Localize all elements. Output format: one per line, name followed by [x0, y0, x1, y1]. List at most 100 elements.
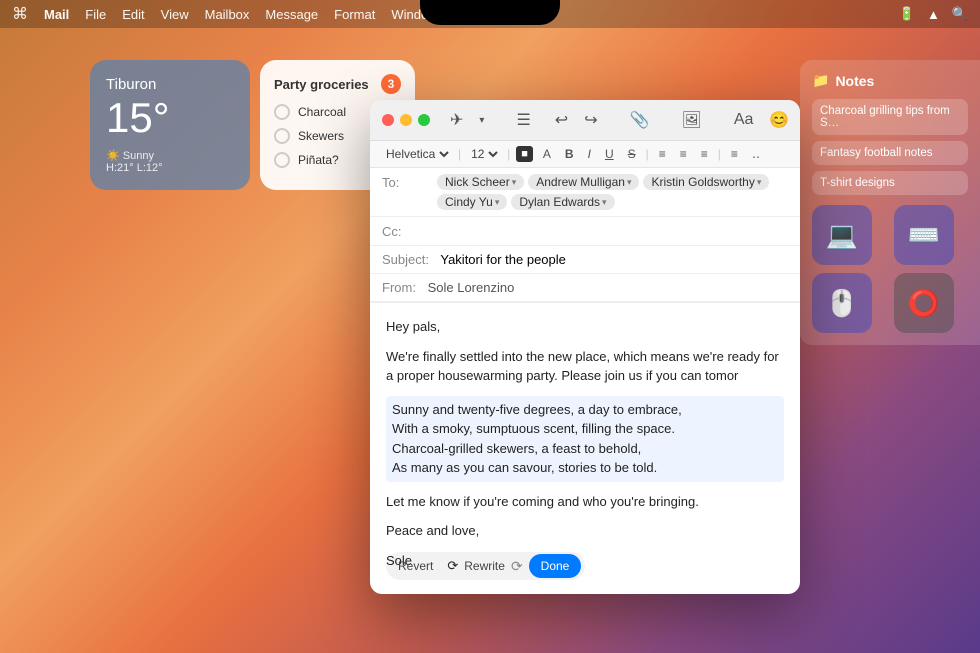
to-field: To: Nick Scheer ▾ Andrew Mulligan ▾ Kris…	[370, 168, 800, 217]
fullscreen-button[interactable]	[418, 114, 430, 126]
format-bar: Helvetica | 12 | ■ A B I U S | ≡ ≡ ≡ | ≡…	[370, 141, 800, 168]
font-size-select[interactable]: 12	[467, 146, 501, 162]
mail-toolbar: ✈ ▾ ☰ ↩ ↪ 📎 🖼 Aa 😊 📷	[370, 100, 800, 141]
mail-compose-window: ✈ ▾ ☰ ↩ ↪ 📎 🖼 Aa 😊 📷 Helvetica | 12 | ■ …	[370, 100, 800, 594]
mail-header: To: Nick Scheer ▾ Andrew Mulligan ▾ Kris…	[370, 168, 800, 303]
undo-button[interactable]: ↩	[551, 108, 572, 132]
menubar-right: 🔋 ▲ 🔍	[899, 6, 968, 22]
recipient-andrew[interactable]: Andrew Mulligan ▾	[528, 174, 639, 190]
revert-button[interactable]: Revert	[390, 554, 441, 578]
recipient-cindy[interactable]: Cindy Yu ▾	[437, 194, 507, 210]
folder-icon: 📁	[812, 72, 829, 89]
send-button[interactable]: ✈	[446, 108, 467, 132]
reminder-checkbox[interactable]	[274, 104, 290, 120]
format-sep: |	[458, 147, 461, 161]
circle-icon-btn[interactable]: ⭕	[894, 273, 954, 333]
weather-temp: 15°	[106, 95, 234, 141]
poem-line-3: Charcoal-grilled skewers, a feast to beh…	[392, 439, 778, 459]
cc-label: Cc:	[382, 223, 437, 239]
notes-item-3[interactable]: T-shirt designs	[812, 171, 968, 195]
reminder-label: Charcoal	[298, 105, 346, 119]
laptop-icon-btn[interactable]: 💻	[812, 205, 872, 265]
poem-line-1: Sunny and twenty-five degrees, a day to …	[392, 400, 778, 420]
close-button[interactable]	[382, 114, 394, 126]
reminder-checkbox[interactable]	[274, 152, 290, 168]
keyboard-icon-btn[interactable]: ⌨️	[894, 205, 954, 265]
traffic-lights	[382, 114, 430, 126]
weather-icon: ☀️ Sunny	[106, 149, 234, 162]
battery-icon: 🔋	[899, 6, 915, 22]
menu-file[interactable]: File	[85, 7, 106, 22]
italic-btn[interactable]: I	[584, 145, 595, 163]
strikethrough-btn[interactable]: S	[624, 145, 640, 163]
align-center-btn[interactable]: ≡	[676, 145, 691, 163]
underline-btn[interactable]: U	[601, 145, 618, 163]
menu-mailbox[interactable]: Mailbox	[205, 7, 250, 22]
more-btn[interactable]: ‥	[748, 145, 764, 163]
minimize-button[interactable]	[400, 114, 412, 126]
highlight-btn[interactable]: A	[539, 145, 555, 163]
icons-grid: 💻 ⌨️ 🖱️ ⭕	[812, 205, 968, 333]
align-right-btn[interactable]: ≡	[697, 145, 712, 163]
menu-view[interactable]: View	[161, 7, 189, 22]
from-value: Sole Lorenzino	[428, 280, 515, 295]
weather-city: Tiburon	[106, 76, 234, 93]
recipient-kristin[interactable]: Kristin Goldsworthy ▾	[643, 174, 769, 190]
emoji-button[interactable]: 😊	[765, 108, 793, 132]
redo-button[interactable]: ↪	[580, 108, 601, 132]
rewrite-toolbar: Revert ⟳ Rewrite ⟳ Done	[386, 552, 585, 580]
menu-format[interactable]: Format	[334, 7, 375, 22]
wifi-icon: ▲	[927, 7, 940, 22]
menubar-left: ⌘ Mail File Edit View Mailbox Message Fo…	[12, 4, 480, 24]
reminder-label: Piñata?	[298, 153, 339, 167]
subject-value[interactable]: Yakitori for the people	[440, 252, 566, 267]
greeting: Hey pals,	[386, 317, 784, 337]
recipient-dylan[interactable]: Dylan Edwards ▾	[511, 194, 614, 210]
revert-icon: ⟳	[447, 556, 458, 576]
menu-message[interactable]: Message	[265, 7, 318, 22]
to-recipients: Nick Scheer ▾ Andrew Mulligan ▾ Kristin …	[437, 174, 788, 210]
sign-off: Peace and love,	[386, 521, 784, 541]
format-sep-3: |	[646, 147, 649, 161]
font-select[interactable]: Helvetica	[382, 146, 452, 162]
poem-line-4: As many as you can savour, stories to be…	[392, 458, 778, 478]
done-button[interactable]: Done	[529, 554, 582, 578]
menu-app[interactable]: Mail	[44, 7, 69, 22]
notes-panel: 📁 Notes Charcoal grilling tips from S… F…	[800, 60, 980, 345]
menu-edit[interactable]: Edit	[122, 7, 144, 22]
format-sep-4: |	[718, 147, 721, 161]
list-btn[interactable]: ≡	[727, 145, 742, 163]
send-chevron[interactable]: ▾	[475, 113, 488, 128]
body-paragraph-1: We're finally settled into the new place…	[386, 347, 784, 386]
weather-widget: Tiburon 15° ☀️ Sunny H:21° L:12°	[90, 60, 250, 190]
weather-high-low: H:21° L:12°	[106, 162, 234, 174]
reminders-title: Party groceries	[274, 77, 369, 92]
format-sep-2: |	[507, 147, 510, 161]
rewrite-label[interactable]: Rewrite	[464, 557, 505, 575]
notes-item-2[interactable]: Fantasy football notes	[812, 141, 968, 165]
search-icon[interactable]: 🔍	[952, 6, 968, 22]
rewrite-spinner: ⟳	[511, 556, 523, 577]
from-label: From:	[382, 280, 416, 295]
from-field: From: Sole Lorenzino	[370, 274, 800, 302]
attach-button[interactable]: 📎	[626, 108, 654, 132]
subject-label: Subject:	[382, 252, 429, 267]
reminder-label: Skewers	[298, 129, 344, 143]
camera-notch	[420, 0, 560, 25]
mouse-icon-btn[interactable]: 🖱️	[812, 273, 872, 333]
format-options-button[interactable]: ☰	[512, 108, 534, 132]
to-label: To:	[382, 174, 437, 190]
reminder-checkbox[interactable]	[274, 128, 290, 144]
recipient-nick[interactable]: Nick Scheer ▾	[437, 174, 524, 190]
bold-btn[interactable]: B	[561, 145, 578, 163]
mail-body[interactable]: Hey pals, We're finally settled into the…	[370, 303, 800, 594]
font-color-btn[interactable]: ■	[516, 146, 533, 162]
font-button[interactable]: Aa	[730, 109, 758, 131]
poem-line-2: With a smoky, sumptuous scent, filling t…	[392, 419, 778, 439]
align-left-btn[interactable]: ≡	[655, 145, 670, 163]
notes-item-1[interactable]: Charcoal grilling tips from S…	[812, 99, 968, 135]
weather-desc: ☀️ Sunny H:21° L:12°	[106, 149, 234, 174]
photo-browser-button[interactable]: 🖼	[678, 108, 706, 132]
reminders-count: 3	[381, 74, 401, 94]
apple-menu[interactable]: ⌘	[12, 4, 28, 24]
